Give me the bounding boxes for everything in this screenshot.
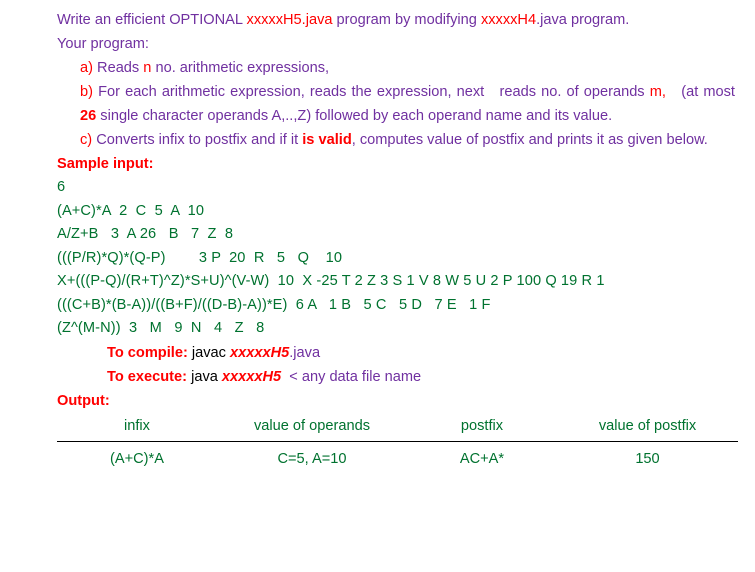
execute-tool: java <box>187 368 222 385</box>
output-header-infix: infix <box>57 414 217 442</box>
requirement-b-text-2: (at most <box>665 84 740 100</box>
output-cell-value-of-postfix: 150 <box>635 450 660 467</box>
requirement-a-label: a) <box>80 60 93 76</box>
output-label: Output: <box>57 392 110 409</box>
table-row: (A+C)*A C=5, A=10 AC+A* 150 <box>57 441 738 470</box>
execute-redirect: < any data file name <box>281 368 422 385</box>
output-cell-infix: (A+C)*A <box>110 450 164 467</box>
sample-input-line-3: (((P/R)*Q)*(Q-P) 3 P 20 R 5 Q 10 <box>57 249 343 266</box>
requirement-b-var-26: 26 <box>80 108 97 124</box>
sample-input-line-1: (A+C)*A 2 C 5 A 10 <box>57 202 205 219</box>
compile-filename: xxxxxH5 <box>230 344 290 361</box>
assignment-document: Write an efficient OPTIONAL xxxxxH5.java… <box>0 0 755 572</box>
intro-seg-3: program by modifying <box>332 12 481 28</box>
output-header-postfix: postfix <box>407 414 557 442</box>
requirement-a-text-1: Reads <box>92 60 144 76</box>
requirement-a: a) Reads n no. arithmetic expressions, <box>80 56 735 80</box>
compile-command-line: To compile: javac xxxxxH5.java <box>57 341 735 365</box>
compile-label: To compile: <box>107 344 188 361</box>
output-cell-value-of-operands: C=5, A=10 <box>277 450 347 467</box>
execute-filename: xxxxxH5 <box>221 368 282 385</box>
requirement-c-emphasis-is-valid: is valid <box>302 132 352 148</box>
compile-extension: .java <box>289 344 321 361</box>
requirement-c-label: c) <box>80 132 93 148</box>
intro-line-1: Write an efficient OPTIONAL xxxxxH5.java… <box>57 8 735 32</box>
requirement-b: b) For each arithmetic expression, reads… <box>80 80 735 128</box>
sample-input-line-5: (((C+B)*(B-A))/((B+F)/((D-B)-A))*E) 6 A … <box>57 296 491 313</box>
execute-command-line: To execute: java xxxxxH5 < any data file… <box>57 365 735 389</box>
output-cell-postfix: AC+A* <box>459 450 505 467</box>
intro-filename-h4: xxxxxH4 <box>480 12 537 28</box>
compile-tool: javac <box>187 344 230 361</box>
sample-input-count: 6 <box>57 179 66 195</box>
sample-input-line-4: X+(((P-Q)/(R+T)^Z)*S+U)^(V-W) 10 X -25 T… <box>57 273 605 289</box>
output-header-value-of-postfix: value of postfix <box>557 414 738 442</box>
intro-filename-h5: xxxxxH5.java <box>246 12 333 28</box>
intro-seg-1: Write an efficient OPTIONAL <box>57 12 247 28</box>
requirement-c-text-2: , computes value of postfix and prints i… <box>351 132 708 148</box>
requirement-b-text-3: single character operands A,..,Z) follow… <box>96 108 613 124</box>
intro-line-2: Your program: <box>57 36 149 52</box>
sample-input-line-6: (Z^(M-N)) 3 M 9 N 4 Z 8 <box>57 320 265 336</box>
requirement-c-text-1: Converts infix to postfix and if it <box>92 132 303 148</box>
output-header-value-of-operands: value of operands <box>217 414 407 442</box>
output-table-header-row: infix value of operands postfix value of… <box>57 414 738 442</box>
requirement-b-var-m: m, <box>649 84 666 100</box>
execute-label: To execute: <box>107 368 188 385</box>
sample-input-label: Sample input: <box>57 156 154 172</box>
requirement-b-label: b) <box>80 84 93 100</box>
requirement-a-text-2: no. arithmetic expressions, <box>151 60 330 76</box>
requirement-c: c) Converts infix to postfix and if it i… <box>80 128 735 152</box>
requirements-list: a) Reads n no. arithmetic expressions, b… <box>57 56 735 152</box>
sample-input-line-2: A/Z+B 3 A 26 B 7 Z 8 <box>57 226 234 242</box>
intro-seg-5: .java program. <box>536 12 630 28</box>
output-table: infix value of operands postfix value of… <box>57 414 738 470</box>
requirement-b-text-1: For each arithmetic expression, reads th… <box>92 84 650 100</box>
